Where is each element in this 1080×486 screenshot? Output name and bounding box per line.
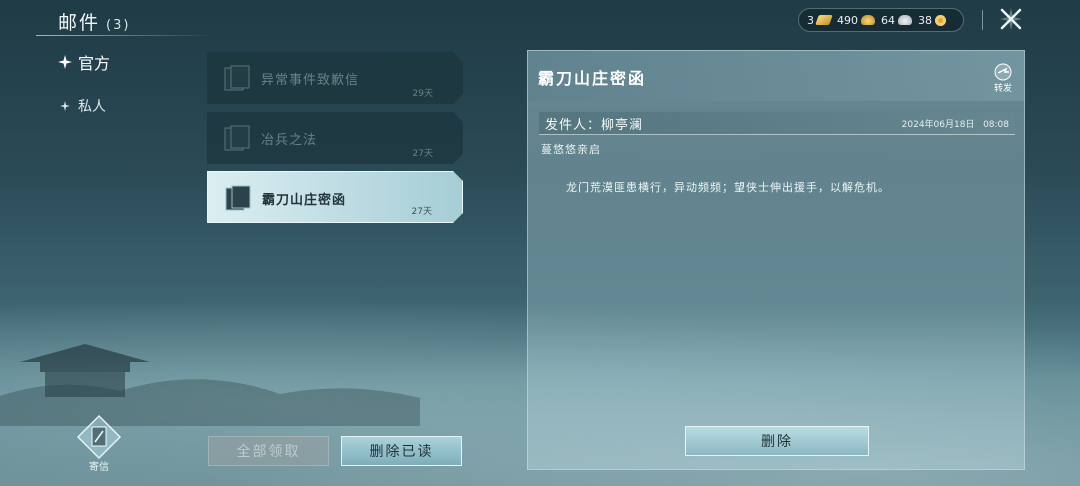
mail-days-left: 27天 [411,207,432,217]
delete-button[interactable]: 删除 [685,426,869,456]
tab-private-label: 私人 [78,99,106,115]
currency-coin-value: 38 [918,13,932,27]
header-divider [36,35,214,36]
mail-body: 龙门荒漠匪患横行，异动频频；望侠士伸出援手，以解危机。 [566,181,890,194]
mail-detail-title: 霸刀山庄密函 [538,69,647,88]
claim-all-button[interactable]: 全部领取 [208,436,329,466]
mail-days-left: 29天 [412,89,433,99]
mail-sender: 发件人：柳亭澜 [545,118,644,133]
mail-detail-header: 霸刀山庄密函 转发 [528,51,1024,101]
currency-gold-bar-value: 3 [807,13,814,27]
mail-list-item-selected[interactable]: 霸刀山庄密函 27天 [207,171,463,223]
page-title-text: 邮件 [58,12,101,34]
currency-gold-ingot-value: 490 [837,13,858,27]
mail-datetime: 2024年06月18日 08:08 [902,117,1009,130]
mail-count: (3) [106,18,131,33]
header-vertical-divider [982,10,983,30]
mail-subject: 霸刀山庄密函 [262,193,347,208]
tab-official-label: 官方 [78,54,111,73]
tab-private[interactable]: 私人 [58,96,106,116]
sender-row: 发件人：柳亭澜 2024年06月18日 08:08 [539,112,1015,135]
coin-icon [935,14,946,26]
currency-bar: 3 490 64 38 [798,8,964,32]
mail-time: 08:08 [983,120,1009,130]
delete-read-button[interactable]: 删除已读 [341,436,462,466]
send-mail-button[interactable]: 寄信 [76,414,122,473]
mountain-silhouette [0,379,420,426]
forward-icon [994,63,1012,81]
gold-bar-icon [815,15,833,25]
star-icon [60,101,70,111]
mail-subject: 冶兵之法 [261,133,318,148]
sparkle-icon [58,55,72,69]
forward-label: 转发 [993,84,1012,94]
mail-list-item[interactable]: 异常事件致歉信 29天 [207,52,463,104]
mail-detail-panel: 霸刀山庄密函 转发 发件人：柳亭澜 2024年06月18日 08:08 蔓悠悠亲… [527,50,1025,470]
mail-subject: 异常事件致歉信 [261,73,360,88]
mail-date: 2024年06月18日 [901,120,975,130]
silver-ingot-icon [898,15,912,25]
mail-list-item[interactable]: 冶兵之法 27天 [207,112,463,164]
mail-days-left: 27天 [412,149,433,159]
page-title: 邮件 (3) [58,8,130,35]
gold-ingot-icon [861,15,875,25]
forward-button[interactable]: 转发 [990,63,1016,94]
letter-icon [224,125,250,151]
letter-icon [225,185,251,211]
mail-greeting: 蔓悠悠亲启 [541,143,601,156]
close-icon[interactable] [998,6,1024,32]
send-mail-label: 寄信 [89,462,109,473]
currency-silver-value: 64 [881,13,895,27]
send-letter-icon [76,414,122,460]
letter-icon [224,65,250,91]
tab-official[interactable]: 官方 [58,50,110,74]
